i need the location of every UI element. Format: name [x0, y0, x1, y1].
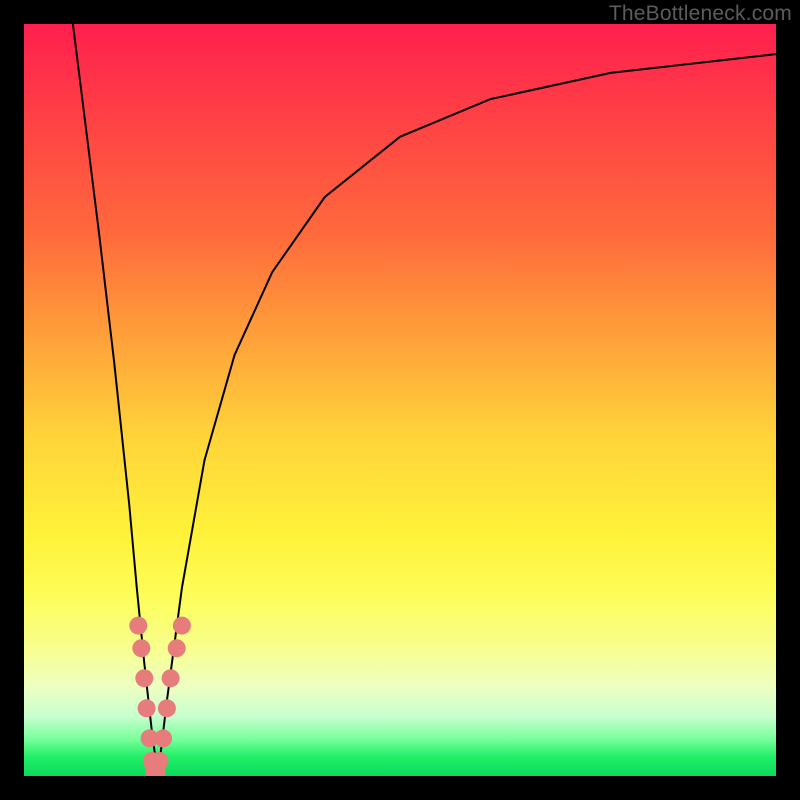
cluster-dot: [158, 699, 176, 717]
curve-left-branch: [73, 24, 158, 776]
plot-area: [24, 24, 776, 776]
cluster-dot: [138, 699, 156, 717]
cluster-dot: [135, 669, 153, 687]
cluster-dot: [150, 752, 168, 770]
curve-layer: [24, 24, 776, 776]
cluster-dot: [154, 729, 172, 747]
cluster-dot: [129, 617, 147, 635]
cluster-dot: [168, 639, 186, 657]
cluster-dot: [162, 669, 180, 687]
watermark-text: TheBottleneck.com: [609, 2, 792, 26]
curve-right-branch: [158, 54, 776, 776]
cluster-dot: [132, 639, 150, 657]
outer-frame: TheBottleneck.com: [0, 0, 800, 800]
cluster-dot: [173, 617, 191, 635]
match-cluster-dots: [129, 617, 191, 776]
